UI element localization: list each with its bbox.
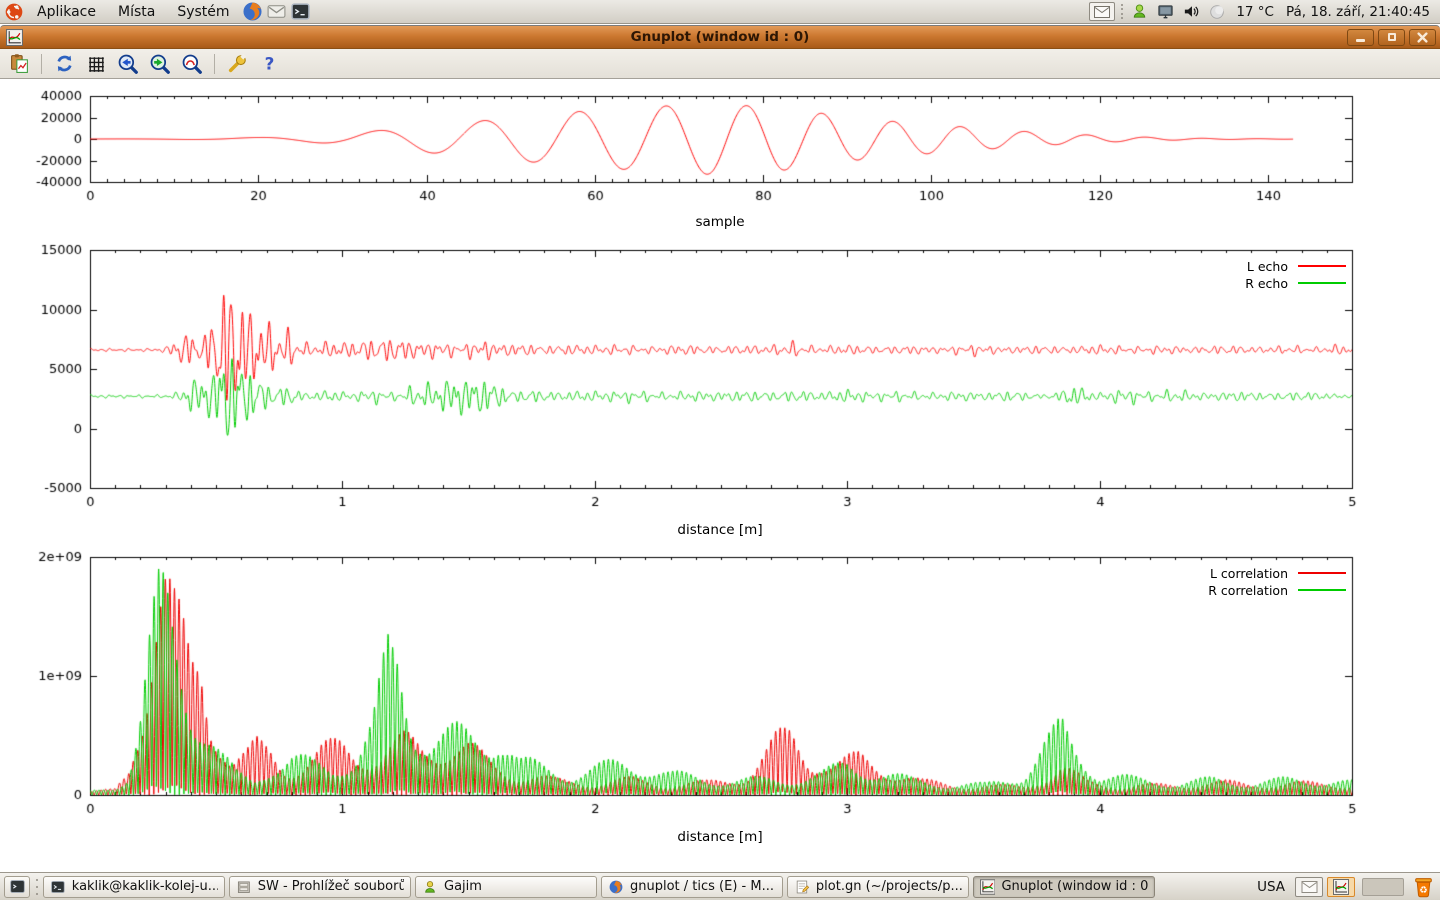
taskbar-window-filemanager[interactable]: SW - Prohlížeč souborů (229, 876, 411, 898)
zoom-autoscale-icon[interactable] (179, 52, 205, 76)
temperature-label[interactable]: 17 °C (1232, 4, 1278, 20)
echo-legend: L echo R echo (1245, 259, 1346, 290)
trash-icon[interactable]: ♻ (1411, 874, 1436, 899)
terminal-icon (9, 878, 26, 895)
toolbar-separator (214, 54, 215, 74)
task-label: SW - Prohlížeč souborů (258, 879, 404, 894)
taskbar: kaklik@kaklik-kolej-u... SW - Prohlížeč … (0, 872, 1440, 900)
maximize-icon (1388, 33, 1396, 41)
task-label: kaklik@kaklik-kolej-u... (72, 879, 218, 894)
grid-icon[interactable] (83, 52, 109, 76)
legend-label: L echo (1247, 259, 1288, 274)
menu-system[interactable]: Systém (167, 2, 239, 22)
firefox-icon (608, 879, 624, 895)
clock-label[interactable]: Pá, 18. září, 21:40:45 (1282, 4, 1434, 20)
window-titlebar[interactable]: Gnuplot (window id : 0) (0, 25, 1440, 49)
minimize-icon (1356, 39, 1365, 42)
svg-text:?: ? (264, 53, 274, 73)
weather-icon[interactable] (1206, 1, 1228, 23)
mail-tray-icon[interactable] (1089, 2, 1115, 21)
maximize-button[interactable] (1378, 29, 1405, 46)
copy-plot-icon[interactable] (6, 52, 32, 76)
window-title: Gnuplot (window id : 0) (0, 29, 1440, 45)
taskbar-window-editor[interactable]: plot.gn (~/projects/p... (787, 876, 969, 898)
legend-line-swatch (1298, 282, 1346, 284)
plot-client-area: sample distance [m] distance [m] L echo … (0, 79, 1440, 872)
gnuplot-tray-icon[interactable] (1327, 877, 1355, 897)
gnuplot-icon (980, 879, 995, 895)
text-editor-icon (794, 879, 810, 895)
task-label: Gajim (444, 879, 482, 894)
refresh-icon[interactable] (51, 52, 77, 76)
legend-line-swatch (1298, 572, 1346, 574)
mail-tray-icon[interactable] (1295, 877, 1323, 897)
ubuntu-logo-icon[interactable] (3, 1, 25, 23)
tasklist-handle[interactable] (34, 879, 39, 895)
task-label: plot.gn (~/projects/p... (816, 879, 962, 894)
chart3-xlabel: distance [m] (570, 829, 870, 845)
legend-label: R echo (1245, 276, 1288, 291)
terminal-icon[interactable] (290, 1, 312, 23)
gnome-top-panel: Aplikace Místa Systém (0, 0, 1440, 24)
legend-entry: L correlation (1208, 566, 1346, 580)
notification-tray-area (1362, 878, 1404, 896)
toolbar-separator (41, 54, 42, 74)
legend-label: R correlation (1208, 583, 1288, 598)
legend-entry: R correlation (1208, 583, 1346, 597)
task-label: Gnuplot (window id : 0) (1001, 879, 1148, 894)
tray-handle[interactable] (1119, 4, 1124, 20)
minimize-button[interactable] (1347, 29, 1374, 46)
taskbar-window-gnuplot[interactable]: Gnuplot (window id : 0) (973, 876, 1155, 898)
legend-entry: R echo (1245, 276, 1346, 290)
legend-entry: L echo (1245, 259, 1346, 273)
taskbar-terminal-launcher[interactable] (4, 876, 30, 898)
gnuplot-canvas[interactable] (0, 79, 1440, 872)
legend-line-swatch (1298, 265, 1346, 267)
gajim-icon (422, 879, 438, 895)
display-icon[interactable] (1154, 1, 1176, 23)
correlation-legend: L correlation R correlation (1208, 566, 1346, 597)
gajim-tray-icon[interactable] (1128, 1, 1150, 23)
volume-icon[interactable] (1180, 1, 1202, 23)
zoom-next-icon[interactable] (147, 52, 173, 76)
file-manager-icon (236, 879, 252, 895)
taskbar-window-terminal[interactable]: kaklik@kaklik-kolej-u... (43, 876, 225, 898)
svg-text:♻: ♻ (1419, 885, 1427, 896)
legend-line-swatch (1298, 589, 1346, 591)
help-icon[interactable]: ? (256, 52, 282, 76)
zoom-previous-icon[interactable] (115, 52, 141, 76)
terminal-icon (50, 879, 66, 895)
firefox-icon[interactable] (242, 1, 264, 23)
gnuplot-toolbar: ? (0, 49, 1440, 79)
menu-places[interactable]: Místa (108, 2, 165, 22)
close-button[interactable] (1409, 29, 1436, 46)
keyboard-layout-indicator[interactable]: USA (1257, 879, 1291, 895)
chart1-xlabel: sample (570, 214, 870, 230)
mail-icon[interactable] (266, 1, 288, 23)
taskbar-window-firefox[interactable]: gnuplot / tics (E) - M... (601, 876, 783, 898)
menu-applications[interactable]: Aplikace (27, 2, 106, 22)
close-icon (1417, 32, 1428, 43)
taskbar-window-gajim[interactable]: Gajim (415, 876, 597, 898)
legend-label: L correlation (1210, 566, 1288, 581)
task-label: gnuplot / tics (E) - M... (630, 879, 774, 894)
chart2-xlabel: distance [m] (570, 522, 870, 538)
settings-wrench-icon[interactable] (224, 52, 250, 76)
